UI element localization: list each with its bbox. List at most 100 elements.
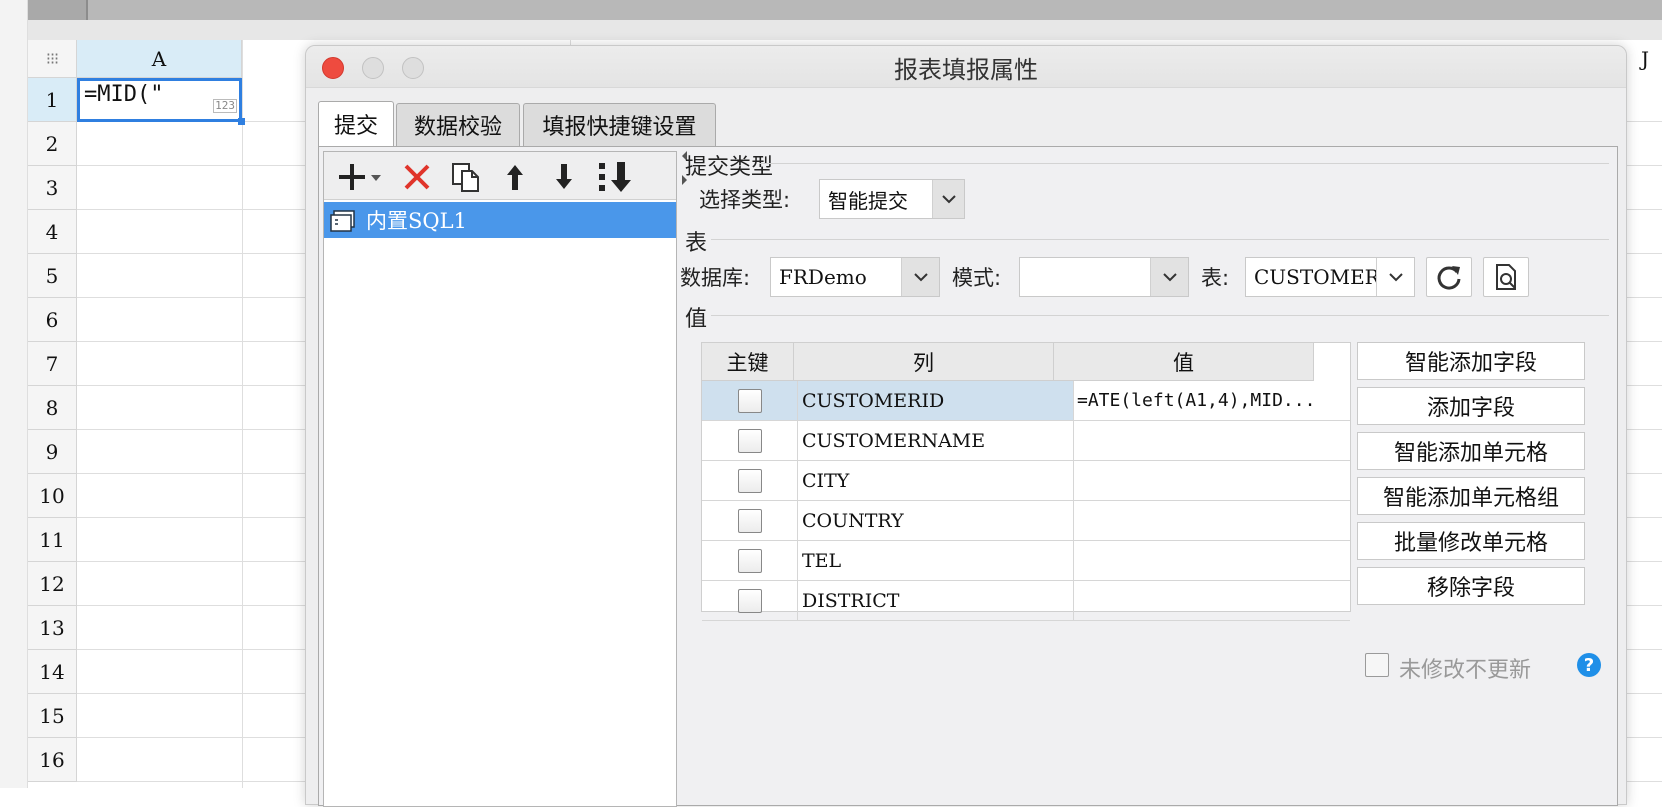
smart-add-fields-button[interactable]: 智能添加字段 (1357, 342, 1585, 380)
row-header[interactable]: 4 (28, 210, 77, 254)
zoom-window-button[interactable] (402, 57, 424, 79)
section-values: 值 (685, 307, 708, 332)
row-header[interactable]: 15 (28, 694, 77, 738)
close-window-button[interactable] (322, 57, 344, 79)
select-all-corner[interactable]: ⁝⁝⁝ (28, 40, 77, 78)
row-header[interactable]: 7 (28, 342, 77, 386)
refresh-button[interactable] (1426, 257, 1472, 297)
row-header[interactable]: 11 (28, 518, 77, 562)
row-header[interactable]: 8 (28, 386, 77, 430)
copy-icon (452, 163, 479, 192)
remove-field-button[interactable]: 移除字段 (1357, 567, 1585, 605)
primary-key-checkbox[interactable] (737, 468, 762, 493)
preview-table-button[interactable] (1483, 257, 1529, 297)
row-header[interactable]: 13 (28, 606, 77, 650)
row-header[interactable]: 14 (28, 650, 77, 694)
database-select[interactable]: FRDemo (770, 257, 940, 297)
row-header[interactable]: 6 (28, 298, 77, 342)
submit-type-value: 智能提交 (828, 188, 908, 213)
section-divider (759, 163, 1609, 164)
list-toolbar (324, 152, 676, 200)
header-column[interactable]: 列 (794, 343, 1054, 381)
add-field-button[interactable]: 添加字段 (1357, 387, 1585, 425)
primary-key-checkbox[interactable] (737, 388, 762, 413)
value-cell[interactable] (1074, 461, 1350, 500)
row-header[interactable]: 10 (28, 474, 77, 518)
column-header-a[interactable]: A (77, 40, 242, 78)
move-to-bottom-button[interactable] (596, 160, 636, 194)
cell-a1-value: =MID(" (84, 82, 164, 107)
schema-select[interactable] (1019, 257, 1189, 297)
row-header[interactable]: 1 (28, 78, 77, 122)
select-type-label: 选择类型: (699, 188, 791, 212)
report-fill-properties-dialog: 报表填报属性 提交 数据校验 填报快捷键设置 内置SQL1 提交类型 选择类型:… (305, 45, 1627, 807)
header-value[interactable]: 值 (1054, 343, 1314, 381)
row-header[interactable]: 9 (28, 430, 77, 474)
row-header[interactable]: 16 (28, 738, 77, 782)
batch-modify-cells-button[interactable]: 批量修改单元格 (1357, 522, 1585, 560)
chevron-down-icon (1376, 258, 1414, 296)
tab-data-validation[interactable]: 数据校验 (396, 103, 520, 146)
unmodified-no-update-checkbox[interactable] (1365, 653, 1389, 677)
tab-submit[interactable]: 提交 (318, 101, 394, 146)
row-header[interactable]: 5 (28, 254, 77, 298)
value-cell[interactable]: =ATE(left(A1,4),MID... (1074, 381, 1350, 420)
sql-submit-icon (330, 210, 356, 232)
move-down-button[interactable] (547, 160, 581, 194)
database-value: FRDemo (779, 265, 867, 289)
section-divider (711, 315, 1609, 316)
table-row[interactable]: CITY (702, 461, 1350, 501)
value-cell[interactable] (1074, 541, 1350, 580)
header-primary-key[interactable]: 主键 (702, 343, 794, 381)
table-select[interactable]: CUSTOMER (1245, 257, 1415, 297)
column-cell[interactable]: COUNTRY (798, 501, 1074, 540)
primary-key-cell (702, 581, 798, 620)
table-label: 表: (1201, 266, 1230, 290)
section-table: 表 (685, 231, 708, 256)
value-cell[interactable] (1074, 581, 1350, 620)
copy-button[interactable] (449, 160, 483, 194)
list-item-builtin-sql1[interactable]: 内置SQL1 (324, 202, 676, 238)
row-header[interactable]: 12 (28, 562, 77, 606)
value-cell[interactable] (1074, 501, 1350, 540)
row-header[interactable]: 2 (28, 122, 77, 166)
table-value: CUSTOMER (1254, 265, 1380, 289)
column-cell[interactable]: TEL (798, 541, 1074, 580)
primary-key-checkbox[interactable] (737, 548, 762, 573)
primary-key-checkbox[interactable] (737, 588, 762, 613)
column-cell[interactable]: CUSTOMERNAME (798, 421, 1074, 460)
arrow-up-icon (507, 165, 523, 190)
primary-key-cell (702, 421, 798, 460)
table-row[interactable]: COUNTRY (702, 501, 1350, 541)
value-cell[interactable] (1074, 421, 1350, 460)
table-row[interactable]: CUSTOMERNAME (702, 421, 1350, 461)
unmodified-no-update-label: 未修改不更新 (1399, 658, 1532, 683)
fill-handle[interactable] (238, 118, 245, 125)
smart-add-cells-button[interactable]: 智能添加单元格 (1357, 432, 1585, 470)
column-cell[interactable]: CITY (798, 461, 1074, 500)
primary-key-checkbox[interactable] (737, 428, 762, 453)
dialog-title: 报表填报属性 (894, 55, 1038, 84)
column-cell[interactable]: CUSTOMERID (798, 381, 1074, 420)
tab-shortcut-settings[interactable]: 填报快捷键设置 (523, 103, 716, 146)
column-cell[interactable]: DISTRICT (798, 581, 1074, 620)
delete-button[interactable] (400, 160, 434, 194)
smart-add-cell-group-button[interactable]: 智能添加单元格组 (1357, 477, 1585, 515)
column-header-j[interactable]: J (1628, 40, 1662, 78)
primary-key-checkbox[interactable] (737, 508, 762, 533)
primary-key-cell (702, 541, 798, 580)
submit-type-select[interactable]: 智能提交 (819, 179, 965, 219)
minimize-window-button[interactable] (362, 57, 384, 79)
move-up-button[interactable] (498, 160, 532, 194)
row-header[interactable]: 3 (28, 166, 77, 210)
section-submit-type: 提交类型 (685, 155, 774, 180)
table-row[interactable]: TEL (702, 541, 1350, 581)
grid-icon: ⁝⁝⁝ (45, 49, 59, 68)
toolbar-strip (28, 20, 1662, 40)
add-dropdown-button[interactable] (336, 160, 384, 194)
table-row[interactable]: DISTRICT (702, 581, 1350, 621)
cell-a1[interactable]: =MID(" 123 (77, 78, 242, 122)
chevron-down-icon (1150, 258, 1188, 296)
help-icon[interactable]: ? (1577, 653, 1601, 677)
table-row[interactable]: CUSTOMERID =ATE(left(A1,4),MID... (702, 381, 1350, 421)
